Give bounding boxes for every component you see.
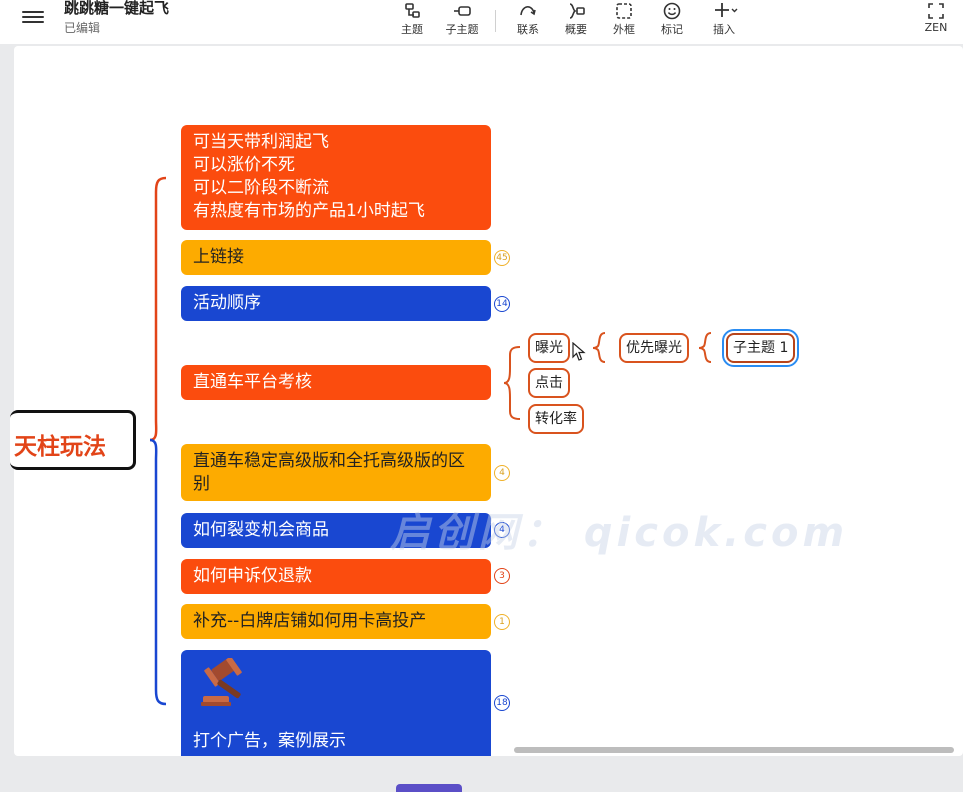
collapsed-count-badge[interactable]: 1 (494, 614, 510, 630)
topic-label: 如何申诉仅退款 (193, 566, 312, 586)
topic-label: 上链接 (193, 247, 244, 267)
topic-express-versions[interactable]: 直通车稳定高级版和全托高级版的区 别 (181, 444, 491, 501)
relation-icon (520, 6, 536, 16)
document-title[interactable]: 跳跳糖一键起飞 (64, 0, 169, 18)
boundary-icon (616, 3, 632, 19)
menu-icon[interactable] (22, 8, 44, 26)
subtopic-label: 子主题 1 (733, 340, 789, 356)
gavel-icon (201, 658, 242, 706)
topic-label: 主题 (401, 23, 423, 36)
collapsed-count-badge[interactable]: 3 (494, 568, 510, 584)
subtopic-label: 子主题 (445, 23, 479, 36)
topic-line: 有热度有市场的产品1小时起飞 (193, 201, 425, 221)
marker-label: 标记 (661, 23, 683, 36)
root-topic-label: 天柱玩法 (14, 434, 106, 460)
subtopic-label: 曝光 (535, 340, 563, 356)
zen-label: ZEN (924, 21, 948, 34)
marker-button[interactable]: 标记 (644, 0, 700, 40)
subtopic-priority-exposure[interactable]: 优先曝光 (619, 333, 689, 363)
topic-line: 别 (193, 474, 210, 494)
topic-line: 可以涨价不死 (193, 155, 295, 175)
collapsed-count-badge[interactable]: 45 (494, 250, 510, 266)
zen-button[interactable]: ZEN (908, 0, 963, 40)
topic-whitelabel-roi[interactable]: 补充--白牌店铺如何用卡高投产 (181, 604, 491, 639)
topic-takeoff-benefits[interactable]: 可当天带利润起飞 可以涨价不死 可以二阶段不断流 有热度有市场的产品1小时起飞 (181, 125, 491, 230)
fullscreen-icon (928, 3, 944, 19)
topic-label: 打个广告，案例展示 (193, 731, 346, 751)
topic-line: 可以二阶段不断流 (193, 178, 329, 198)
topic-label: 直通车平台考核 (193, 372, 312, 392)
summary-icon (569, 3, 585, 19)
edit-status: 已编辑 (64, 21, 101, 35)
topic-fission-products[interactable]: 如何裂变机会商品 (181, 513, 491, 548)
horizontal-scrollbar[interactable] (514, 747, 954, 753)
topic-icon (405, 3, 420, 18)
topic-button[interactable]: 主题 (384, 0, 440, 40)
mouse-cursor-icon (572, 342, 586, 361)
topic-activity-order[interactable]: 活动顺序 (181, 286, 491, 321)
topic-case-showcase[interactable]: 打个广告，案例展示 (181, 650, 491, 756)
collapsed-count-badge[interactable]: 4 (494, 522, 510, 538)
topic-label: 活动顺序 (193, 293, 261, 313)
collapsed-count-badge[interactable]: 18 (494, 695, 510, 711)
topic-label: 补充--白牌店铺如何用卡高投产 (193, 611, 427, 631)
smiley-icon (663, 2, 681, 20)
subtopic-button[interactable]: 子主题 (434, 0, 490, 40)
topic-label: 如何裂变机会商品 (193, 520, 329, 540)
topic-line: 直通车稳定高级版和全托高级版的区 (193, 451, 465, 471)
subtopic-selected[interactable]: 子主题 1 (721, 329, 800, 367)
plus-icon (715, 3, 738, 17)
topic-refund-appeal[interactable]: 如何申诉仅退款 (181, 559, 491, 594)
insert-label: 插入 (713, 23, 735, 36)
top-toolbar: 跳跳糖一键起飞 已编辑 主题 子主题 联系 概要 外框 标记 插入 ZEN (0, 0, 963, 44)
subtopic-click[interactable]: 点击 (528, 368, 570, 398)
toolbar-divider (495, 10, 496, 32)
root-topic[interactable]: 天柱玩法 (10, 410, 136, 470)
subtopic-label: 点击 (535, 375, 563, 391)
topic-listing[interactable]: 上链接 (181, 240, 491, 275)
subtopic-icon (454, 6, 471, 16)
topic-line: 可当天带利润起飞 (193, 132, 329, 152)
bottom-tab-indicator[interactable] (396, 784, 462, 792)
collapsed-count-badge[interactable]: 14 (494, 296, 510, 312)
subtopic-conversion[interactable]: 转化率 (528, 404, 584, 434)
subtopic-exposure[interactable]: 曝光 (528, 333, 570, 363)
collapsed-count-badge[interactable]: 4 (494, 465, 510, 481)
subtopic-label: 优先曝光 (626, 340, 682, 356)
insert-button[interactable]: 插入 (696, 0, 752, 40)
subtopic-label: 转化率 (535, 411, 577, 427)
topic-express-assessment[interactable]: 直通车平台考核 (181, 365, 491, 400)
